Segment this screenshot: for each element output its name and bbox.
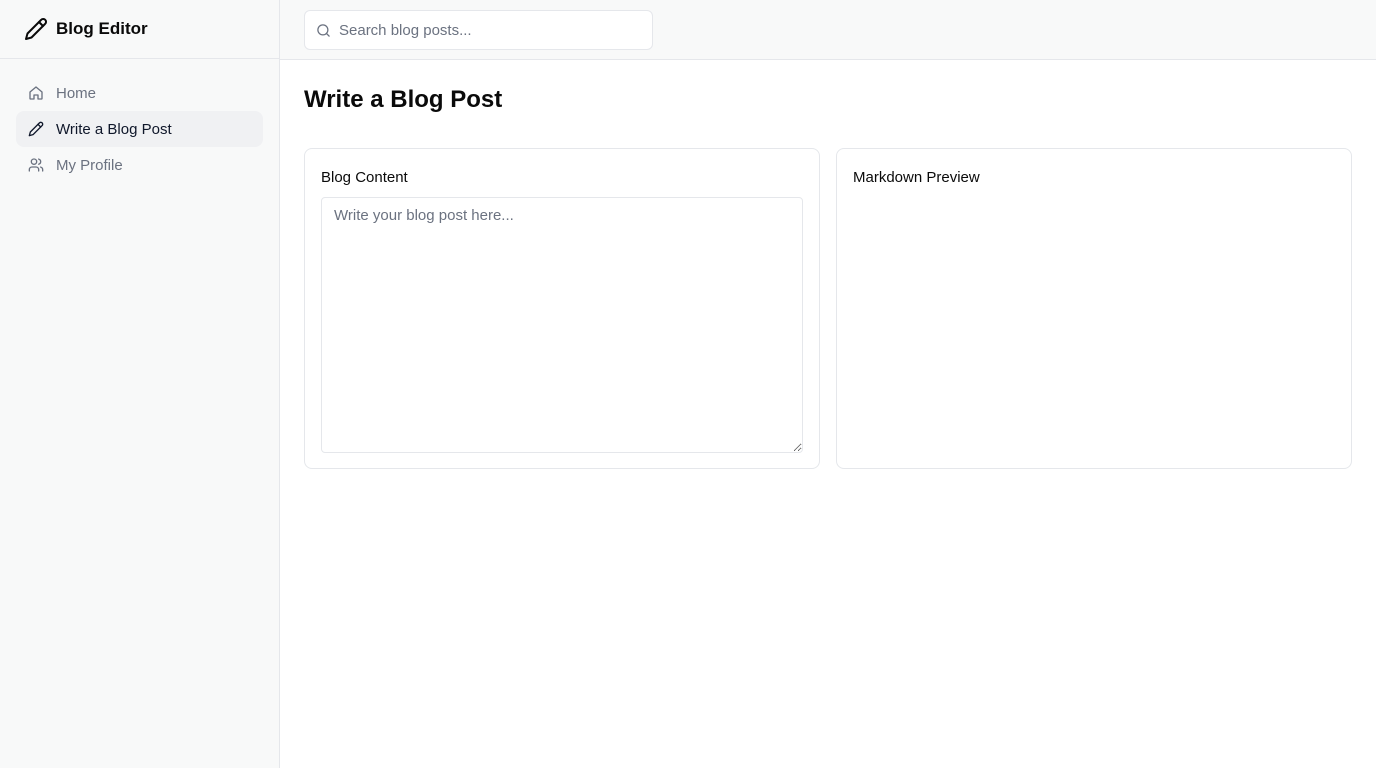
- sidebar-item-write-blog-post[interactable]: Write a Blog Post: [16, 111, 263, 147]
- pencil-icon: [25, 18, 48, 40]
- pencil-icon: [28, 121, 44, 137]
- main-content: Write a Blog Post Blog Content Markdown …: [304, 60, 1352, 469]
- blog-content-textarea[interactable]: [321, 197, 803, 453]
- home-icon: [29, 86, 43, 100]
- sidebar-item-label: Write a Blog Post: [56, 120, 172, 138]
- sidebar-nav: Home Write a Blog Post My Profile: [0, 59, 279, 199]
- sidebar-item-label: My Profile: [56, 156, 123, 174]
- markdown-preview-card: Markdown Preview: [836, 148, 1352, 469]
- search-icon: [317, 23, 330, 37]
- brand: Blog Editor: [0, 0, 279, 59]
- search-input[interactable]: [339, 21, 629, 39]
- page-title: Write a Blog Post: [304, 86, 503, 113]
- search-box[interactable]: [304, 10, 653, 50]
- blog-content-card: Blog Content: [304, 148, 820, 469]
- markdown-preview-title: Markdown Preview: [853, 169, 980, 186]
- sidebar-item-label: Home: [56, 84, 97, 102]
- blog-content-title: Blog Content: [321, 169, 408, 186]
- sidebar: Blog Editor Home Write a Blog Post My Pr…: [0, 0, 280, 768]
- users-icon: [28, 158, 44, 172]
- app-title: Blog Editor: [56, 19, 148, 38]
- sidebar-item-home[interactable]: Home: [16, 75, 263, 111]
- sidebar-item-my-profile[interactable]: My Profile: [16, 147, 263, 183]
- top-bar: [280, 0, 1376, 60]
